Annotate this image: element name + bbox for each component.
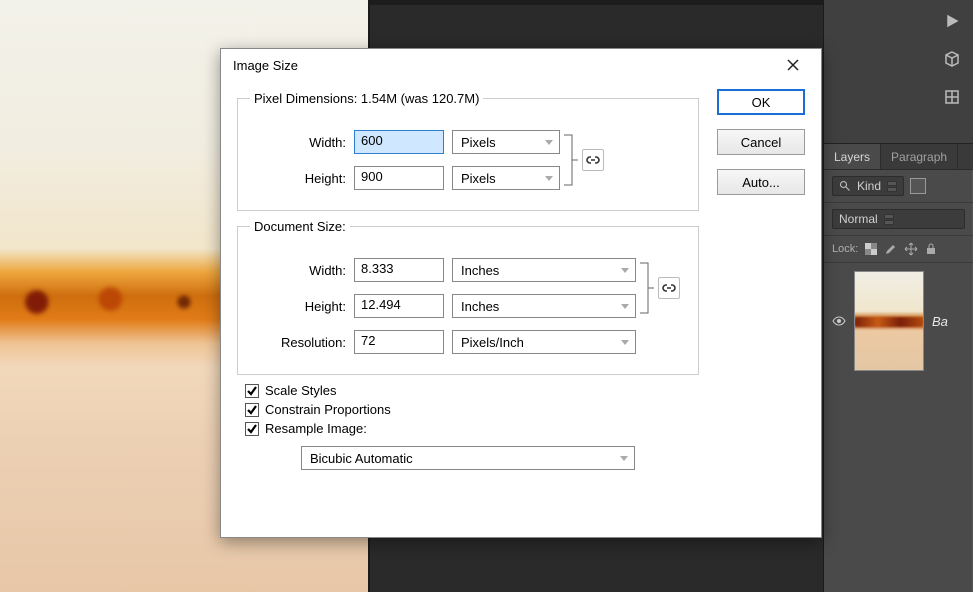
- doc-width-label: Width:: [250, 263, 346, 278]
- layer-filter-row: Kind: [824, 170, 973, 203]
- layer-kind-label: Kind: [857, 179, 881, 193]
- doc-width-unit-label: Inches: [461, 263, 499, 278]
- image-size-dialog: Image Size Pixel Dimensions: 1.54M (was …: [220, 48, 822, 538]
- doc-link-bracket: [636, 252, 658, 324]
- doc-height-unit-label: Inches: [461, 299, 499, 314]
- scale-styles-checkbox[interactable]: [245, 384, 259, 398]
- blend-mode-select[interactable]: Normal: [832, 209, 965, 229]
- px-link-bracket: [560, 124, 582, 196]
- resolution-unit-label: Pixels/Inch: [461, 335, 524, 350]
- scale-styles-label: Scale Styles: [265, 383, 337, 398]
- stepper-icon: [884, 214, 894, 225]
- document-size-group: Document Size: Width: 8.333 Inches H: [237, 219, 699, 375]
- chevron-down-icon: [545, 140, 553, 145]
- px-height-input[interactable]: 900: [354, 166, 444, 190]
- doc-width-unit-select[interactable]: Inches: [452, 258, 636, 282]
- play-icon[interactable]: [941, 10, 963, 32]
- ok-button[interactable]: OK: [717, 89, 805, 115]
- px-height-unit-select[interactable]: Pixels: [452, 166, 560, 190]
- lock-transparent-icon[interactable]: [864, 242, 878, 256]
- constrain-proportions-label: Constrain Proportions: [265, 402, 391, 417]
- constrain-link-icon[interactable]: [582, 149, 604, 171]
- right-panel: Layers Paragraph Kind Normal Lock: Ba: [823, 0, 973, 592]
- pixel-dimensions-group: Pixel Dimensions: 1.54M (was 120.7M) Wid…: [237, 91, 699, 211]
- chevron-down-icon: [545, 176, 553, 181]
- chevron-down-icon: [620, 456, 628, 461]
- stepper-icon: [887, 181, 897, 192]
- resample-image-checkbox[interactable]: [245, 422, 259, 436]
- visibility-eye-icon[interactable]: [832, 314, 846, 328]
- px-height-label: Height:: [250, 171, 346, 186]
- grid-icon[interactable]: [941, 86, 963, 108]
- layer-kind-filter[interactable]: Kind: [832, 176, 904, 196]
- lock-brush-icon[interactable]: [884, 242, 898, 256]
- tool-strip: [824, 0, 973, 144]
- resample-method-label: Bicubic Automatic: [310, 451, 413, 466]
- lock-all-icon[interactable]: [924, 242, 938, 256]
- cancel-button[interactable]: Cancel: [717, 129, 805, 155]
- auto-button[interactable]: Auto...: [717, 169, 805, 195]
- constrain-proportions-checkbox[interactable]: [245, 403, 259, 417]
- px-width-input[interactable]: 600: [354, 130, 444, 154]
- dialog-title: Image Size: [233, 58, 298, 73]
- constrain-link-icon[interactable]: [658, 277, 680, 299]
- pixel-filter-icon[interactable]: [910, 178, 926, 194]
- document-size-legend: Document Size:: [250, 219, 350, 234]
- resample-image-label: Resample Image:: [265, 421, 367, 436]
- px-width-unit-label: Pixels: [461, 135, 496, 150]
- px-width-unit-select[interactable]: Pixels: [452, 130, 560, 154]
- tab-layers[interactable]: Layers: [824, 144, 881, 169]
- resolution-label: Resolution:: [250, 335, 346, 350]
- px-height-unit-label: Pixels: [461, 171, 496, 186]
- chevron-down-icon: [621, 304, 629, 309]
- doc-height-label: Height:: [250, 299, 346, 314]
- layer-row[interactable]: Ba: [824, 263, 973, 379]
- lock-label: Lock:: [832, 243, 858, 255]
- panel-tabs: Layers Paragraph: [824, 144, 973, 170]
- blend-mode-row: Normal: [824, 203, 973, 236]
- tab-paragraph[interactable]: Paragraph: [881, 144, 958, 169]
- lock-row: Lock:: [824, 236, 973, 263]
- close-button[interactable]: [775, 53, 811, 77]
- blend-mode-label: Normal: [839, 212, 878, 226]
- resolution-unit-select[interactable]: Pixels/Inch: [452, 330, 636, 354]
- cube-icon[interactable]: [941, 48, 963, 70]
- dialog-titlebar[interactable]: Image Size: [221, 49, 821, 83]
- chevron-down-icon: [621, 268, 629, 273]
- doc-height-unit-select[interactable]: Inches: [452, 294, 636, 318]
- resample-method-select[interactable]: Bicubic Automatic: [301, 446, 635, 470]
- pixel-dimensions-legend: Pixel Dimensions: 1.54M (was 120.7M): [250, 91, 483, 106]
- doc-height-input[interactable]: 12.494: [354, 294, 444, 318]
- chevron-down-icon: [621, 340, 629, 345]
- lock-move-icon[interactable]: [904, 242, 918, 256]
- layer-name-label[interactable]: Ba: [932, 314, 948, 329]
- resolution-input[interactable]: 72: [354, 330, 444, 354]
- layer-thumbnail[interactable]: [854, 271, 924, 371]
- px-width-label: Width:: [250, 135, 346, 150]
- doc-width-input[interactable]: 8.333: [354, 258, 444, 282]
